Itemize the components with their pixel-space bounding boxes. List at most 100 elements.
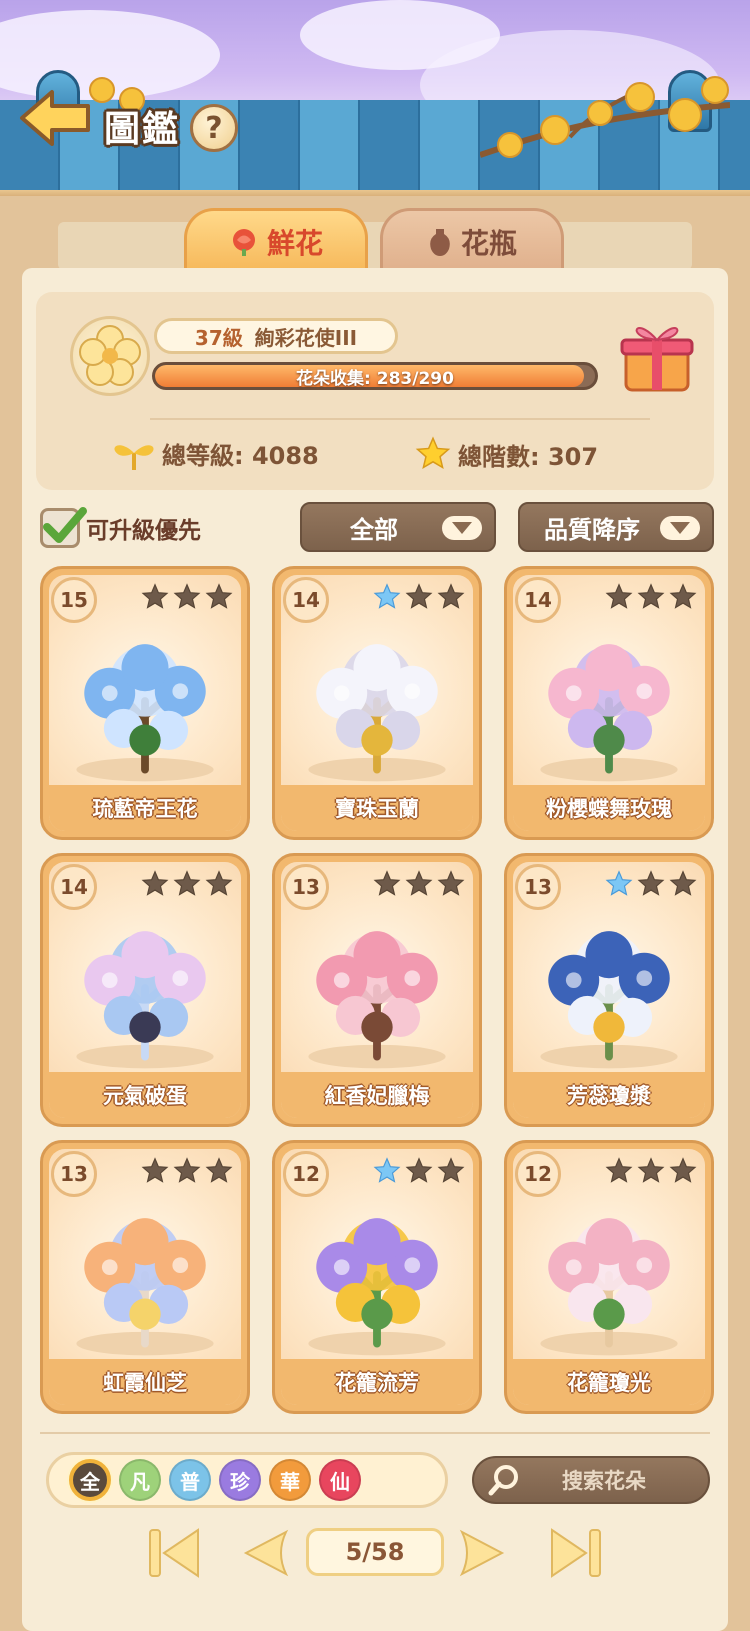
empty-star-icon bbox=[669, 870, 697, 896]
flower-name: 花籠瓊光 bbox=[513, 1359, 705, 1405]
search-placeholder: 搜索花朵 bbox=[562, 1469, 646, 1493]
gold-star-icon bbox=[415, 436, 451, 470]
star-rating bbox=[605, 1157, 697, 1185]
empty-star-icon bbox=[605, 1157, 633, 1183]
sprout-icon bbox=[114, 444, 154, 470]
flower-card[interactable]: 14 寶珠玉蘭 bbox=[272, 566, 482, 840]
flower-illustration bbox=[540, 1218, 678, 1356]
last-page-icon[interactable] bbox=[546, 1524, 604, 1582]
flower-name: 琉藍帝王花 bbox=[49, 785, 241, 831]
empty-star-icon bbox=[173, 583, 201, 609]
back-arrow-icon[interactable] bbox=[18, 86, 94, 150]
next-page-icon[interactable] bbox=[454, 1524, 512, 1582]
flower-level-badge: 15 bbox=[51, 577, 97, 623]
flower-level-badge: 13 bbox=[515, 864, 561, 910]
flower-card-inner: 13 虹霞仙芝 bbox=[49, 1149, 241, 1405]
star-rating bbox=[373, 1157, 465, 1185]
flower-illustration bbox=[308, 931, 446, 1069]
rank-title: 絢彩花使III bbox=[254, 325, 358, 350]
stats-divider bbox=[150, 418, 650, 420]
rarity-filter-0[interactable]: 全 bbox=[69, 1459, 111, 1501]
flower-card[interactable]: 14 粉櫻蝶舞玫瑰 bbox=[504, 566, 714, 840]
flower-card[interactable]: 13 芳蕊瓊漿 bbox=[504, 853, 714, 1127]
rose-icon bbox=[232, 228, 255, 256]
search-icon bbox=[488, 1465, 518, 1496]
previous-page-icon[interactable] bbox=[236, 1524, 294, 1582]
rarity-filter-5[interactable]: 仙 bbox=[319, 1459, 361, 1501]
flower-level-badge: 14 bbox=[283, 577, 329, 623]
rarity-filter-1[interactable]: 凡 bbox=[119, 1459, 161, 1501]
sort-dropdown[interactable]: 品質降序 bbox=[518, 502, 714, 552]
flower-card-inner: 14 粉櫻蝶舞玫瑰 bbox=[513, 575, 705, 831]
flower-level-badge: 13 bbox=[51, 1151, 97, 1197]
upgrade-first-toggle[interactable]: 可升級優先 bbox=[40, 507, 201, 548]
search-flowers-input[interactable]: 搜索花朵 bbox=[472, 1456, 710, 1504]
page-title: 圖鑑 bbox=[104, 109, 181, 150]
flower-level-badge: 14 bbox=[51, 864, 97, 910]
gift-box-icon[interactable] bbox=[618, 318, 696, 394]
flower-card[interactable]: 13 紅香妃臘梅 bbox=[272, 853, 482, 1127]
flower-card-inner: 13 芳蕊瓊漿 bbox=[513, 862, 705, 1118]
empty-star-icon bbox=[669, 583, 697, 609]
help-button[interactable]: ? bbox=[190, 104, 238, 152]
rarity-filter-2[interactable]: 普 bbox=[169, 1459, 211, 1501]
flower-level-badge: 12 bbox=[515, 1151, 561, 1197]
chevron-down-icon bbox=[442, 516, 482, 540]
flower-card[interactable]: 12 花籠流芳 bbox=[272, 1140, 482, 1414]
category-dropdown[interactable]: 全部 bbox=[300, 502, 496, 552]
tab-bar bbox=[58, 222, 692, 270]
blue-star-icon bbox=[373, 1157, 401, 1183]
vase-icon bbox=[430, 228, 450, 256]
flower-name: 芳蕊瓊漿 bbox=[513, 1072, 705, 1118]
checkmark-icon bbox=[43, 507, 87, 543]
blue-star-icon bbox=[373, 583, 401, 609]
page-indicator: 5/58 bbox=[306, 1528, 444, 1576]
empty-star-icon bbox=[437, 583, 465, 609]
flower-name: 花籠流芳 bbox=[281, 1359, 473, 1405]
empty-star-icon bbox=[605, 583, 633, 609]
flower-name: 寶珠玉蘭 bbox=[281, 785, 473, 831]
flower-card-inner: 13 紅香妃臘梅 bbox=[281, 862, 473, 1118]
flower-card[interactable]: 15 琉藍帝王花 bbox=[40, 566, 250, 840]
empty-star-icon bbox=[437, 1157, 465, 1183]
flower-name: 紅香妃臘梅 bbox=[281, 1072, 473, 1118]
star-rating bbox=[605, 583, 697, 611]
flower-card[interactable]: 12 花籠瓊光 bbox=[504, 1140, 714, 1414]
tab-vases-label: 花瓶 bbox=[460, 226, 517, 260]
tab-flowers[interactable]: 鮮花 bbox=[184, 208, 368, 272]
star-rating bbox=[141, 1157, 233, 1185]
flower-card-inner: 14 寶珠玉蘭 bbox=[281, 575, 473, 831]
flower-card[interactable]: 13 虹霞仙芝 bbox=[40, 1140, 250, 1414]
star-rating bbox=[141, 870, 233, 898]
star-rating bbox=[373, 870, 465, 898]
level-plaque: 37級 絢彩花使III bbox=[154, 318, 398, 354]
empty-star-icon bbox=[405, 583, 433, 609]
empty-star-icon bbox=[205, 583, 233, 609]
category-dropdown-value: 全部 bbox=[350, 515, 398, 544]
flower-card[interactable]: 14 元氣破蛋 bbox=[40, 853, 250, 1127]
empty-star-icon bbox=[173, 870, 201, 896]
flower-level-badge: 13 bbox=[283, 864, 329, 910]
tab-vases[interactable]: 花瓶 bbox=[380, 208, 564, 272]
empty-star-icon bbox=[637, 870, 665, 896]
blue-star-icon bbox=[605, 870, 633, 896]
empty-star-icon bbox=[373, 870, 401, 896]
empty-star-icon bbox=[405, 1157, 433, 1183]
rarity-filter-bar: 全凡普珍華仙 bbox=[46, 1452, 448, 1508]
flower-level-badge: 12 bbox=[283, 1151, 329, 1197]
flower-name: 粉櫻蝶舞玫瑰 bbox=[513, 785, 705, 831]
empty-star-icon bbox=[141, 870, 169, 896]
rarity-filter-3[interactable]: 珍 bbox=[219, 1459, 261, 1501]
empty-star-icon bbox=[205, 870, 233, 896]
total-level-stat: 總等級: 4088 bbox=[112, 436, 319, 471]
upgrade-first-checkbox[interactable] bbox=[40, 507, 87, 548]
flower-illustration bbox=[540, 644, 678, 782]
empty-star-icon bbox=[205, 1157, 233, 1183]
empty-star-icon bbox=[405, 870, 433, 896]
flower-card-inner: 12 花籠瓊光 bbox=[513, 1149, 705, 1405]
collection-progress-text: 花朵收集: 283/290 bbox=[296, 368, 454, 389]
rarity-filter-4[interactable]: 華 bbox=[269, 1459, 311, 1501]
flower-illustration bbox=[540, 931, 678, 1069]
first-page-icon[interactable] bbox=[146, 1524, 204, 1582]
total-tier-value: 總階數: 307 bbox=[458, 442, 599, 471]
